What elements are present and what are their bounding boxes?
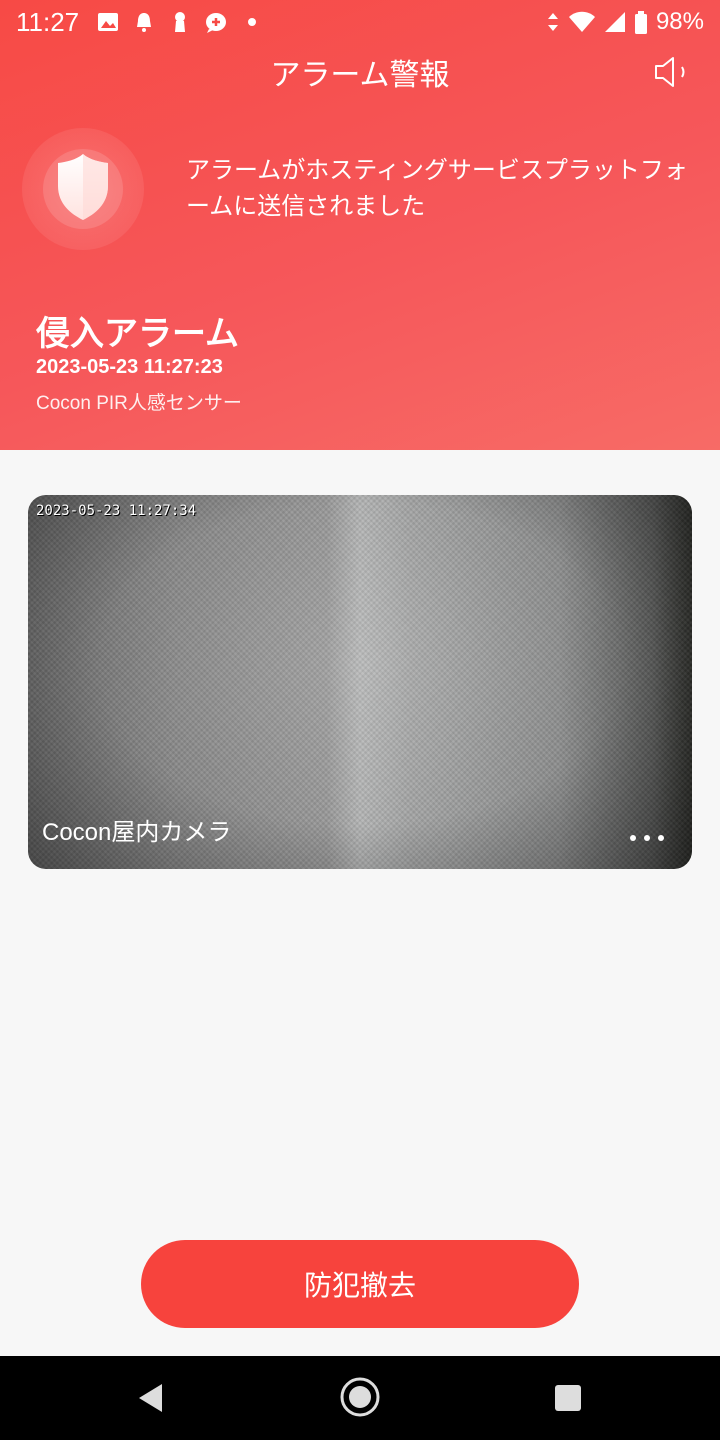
alarm-message: アラームがホスティングサービスプラットフォームに送信されました <box>186 156 688 220</box>
page-title: アラーム警報 <box>270 58 450 93</box>
status-time: 11:27 <box>16 6 80 37</box>
keyhole-icon <box>169 11 191 33</box>
alarm-type: 侵入アラーム <box>36 314 239 354</box>
chat-plus-icon <box>205 11 227 33</box>
shield-badge <box>22 128 144 250</box>
battery-icon <box>634 11 648 34</box>
shield-icon <box>54 152 112 226</box>
camera-preview[interactable]: 2023-05-23 11:27:34 Cocon屋内カメラ <box>28 495 692 869</box>
more-dots-icon[interactable] <box>630 835 664 841</box>
data-arrows-icon <box>546 11 560 33</box>
title-bar: アラーム警報 <box>0 44 720 100</box>
alarm-time: 2023-05-23 11:27:23 <box>36 356 223 378</box>
status-bar: 11:27 98% <box>0 0 720 44</box>
signal-icon <box>604 11 626 33</box>
wifi-icon <box>568 11 596 33</box>
home-icon[interactable] <box>339 1376 381 1422</box>
bell-icon <box>133 11 155 33</box>
navigation-bar <box>0 1356 720 1440</box>
back-icon[interactable] <box>136 1382 166 1418</box>
camera-timestamp: 2023-05-23 11:27:34 <box>36 503 197 519</box>
battery-percent: 98% <box>655 8 704 35</box>
speaker-icon[interactable] <box>652 54 692 90</box>
image-icon <box>97 11 119 33</box>
camera-name: Cocon屋内カメラ <box>42 819 232 846</box>
disarm-button[interactable]: 防犯撤去 <box>141 1240 579 1328</box>
alarm-header: 11:27 98% アラーム警報 アラームがホスティングサービスプラットフォーム… <box>0 0 720 450</box>
recents-icon[interactable] <box>554 1384 582 1416</box>
dot-icon <box>241 11 263 33</box>
alarm-device-name: Cocon PIR人感センサー <box>36 393 242 414</box>
